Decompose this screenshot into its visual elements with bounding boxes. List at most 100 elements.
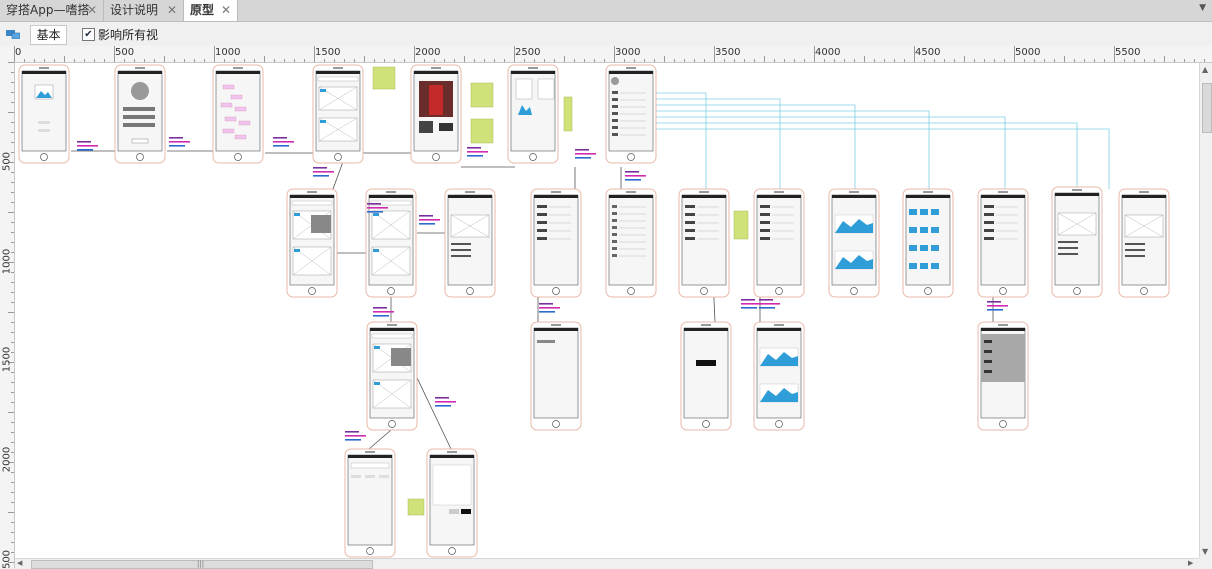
form-label xyxy=(537,213,547,216)
tag-chip xyxy=(234,106,247,112)
affect-all-views-label: 影响所有视 xyxy=(98,28,159,42)
status-bar xyxy=(511,71,555,74)
vertical-scrollbar[interactable]: ▲ ▼ xyxy=(1199,63,1212,558)
ruler-label: 1500 xyxy=(315,47,341,58)
input-field xyxy=(123,115,155,119)
horizontal-scrollbar[interactable]: ◀ ||| ▶ xyxy=(15,558,1199,569)
tab-label: 设计说明 xyxy=(110,3,159,17)
annotation-text xyxy=(741,303,762,305)
screen-area xyxy=(1054,192,1100,286)
tab-label: 穿搭App—嗜搭 xyxy=(6,3,90,17)
close-icon[interactable]: ✕ xyxy=(221,0,231,21)
phone-screen xyxy=(114,64,166,164)
view-select-button[interactable]: 基本 xyxy=(30,25,67,45)
status-bar xyxy=(906,195,950,198)
annotation-text xyxy=(539,307,560,309)
annotation-text xyxy=(273,141,294,143)
annotation-text xyxy=(625,171,639,173)
close-icon[interactable]: ✕ xyxy=(87,0,97,21)
status-bar xyxy=(316,71,360,74)
arrow-right-icon[interactable]: ▶ xyxy=(1188,559,1193,567)
tab-prototype[interactable]: 原型 ✕ xyxy=(184,0,238,21)
tag-chip xyxy=(222,128,235,134)
form-label xyxy=(984,221,994,224)
ruler-label: 4000 xyxy=(815,47,841,58)
avatar xyxy=(131,82,149,100)
status-bar xyxy=(609,195,653,198)
annotation-text xyxy=(77,141,91,143)
list-icon xyxy=(612,219,617,222)
affect-all-views-checkbox[interactable]: ✔ xyxy=(82,28,95,41)
form-label xyxy=(984,229,994,232)
phone-screen xyxy=(902,188,954,298)
folder-icon xyxy=(909,209,917,215)
flow-arrow xyxy=(645,122,1078,189)
status-bar xyxy=(1122,195,1166,198)
annotation-text xyxy=(345,431,359,433)
filter-chip xyxy=(365,475,375,478)
text-line xyxy=(1058,241,1078,243)
phone-screen xyxy=(530,321,582,431)
phone-screen xyxy=(444,188,496,298)
ruler-label: 2000 xyxy=(1,446,13,473)
annotation-text xyxy=(273,137,287,139)
annotation-text xyxy=(419,215,433,217)
red-dress xyxy=(429,85,443,115)
text-line xyxy=(537,340,555,343)
folder-icon xyxy=(931,227,939,233)
phone-screen xyxy=(426,448,478,558)
annotation-text xyxy=(539,303,553,305)
status-bar xyxy=(981,328,1025,331)
screen-area xyxy=(1121,194,1167,286)
folder-icon xyxy=(920,209,928,215)
list-icon xyxy=(612,254,617,257)
tab-outfit-app[interactable]: 穿搭App—嗜搭 ✕ xyxy=(0,0,104,21)
annotation-text xyxy=(467,147,481,149)
annotation-text xyxy=(313,171,334,173)
annotation-text xyxy=(313,167,327,169)
form-label xyxy=(984,213,994,216)
status-bar xyxy=(684,328,728,331)
button xyxy=(131,138,149,144)
vertical-scroll-thumb[interactable] xyxy=(1202,83,1212,133)
text-line xyxy=(984,350,992,353)
sticky-note xyxy=(470,82,494,108)
text-line xyxy=(1058,247,1078,249)
ruler-label: 3000 xyxy=(615,47,641,58)
folder-icon xyxy=(909,263,917,269)
menu-icon xyxy=(612,112,618,115)
annotation-text xyxy=(373,311,394,313)
view-toolbar: 基本 ✔ 影响所有视 xyxy=(0,22,1212,46)
horizontal-ruler: 0 500 1000 1500 2000 2500 3000 3500 4000… xyxy=(14,46,1212,63)
form-label xyxy=(760,205,770,208)
status-bar xyxy=(832,195,876,198)
annotation-text xyxy=(987,301,1001,303)
annotation-text xyxy=(273,145,289,147)
tab-design-notes[interactable]: 设计说明 ✕ xyxy=(104,0,184,21)
prototype-canvas[interactable] xyxy=(15,63,1199,558)
adaptive-view-icon[interactable] xyxy=(6,29,20,39)
folder-icon xyxy=(320,89,326,92)
ruler-label: 500 xyxy=(1,549,13,568)
input-field xyxy=(123,123,155,127)
phone-screen xyxy=(753,321,805,431)
text-line xyxy=(1125,255,1145,257)
annotation-text xyxy=(367,203,381,205)
chevron-down-icon[interactable]: ▼ xyxy=(1199,3,1206,13)
ruler-ticks xyxy=(8,62,14,563)
annotation-text xyxy=(741,299,755,301)
tab-label: 原型 xyxy=(190,3,215,17)
close-icon[interactable]: ✕ xyxy=(167,0,177,21)
menu-icon xyxy=(612,98,618,101)
arrow-up-icon[interactable]: ▲ xyxy=(1202,65,1208,74)
ruler-label: 1000 xyxy=(215,47,241,58)
status-bar xyxy=(757,195,801,198)
list-icon xyxy=(612,233,617,236)
arrow-down-icon[interactable]: ▼ xyxy=(1202,547,1208,556)
sticky-note xyxy=(563,96,573,132)
folder-icon xyxy=(920,245,928,251)
folder-icon xyxy=(931,209,939,215)
status-bar xyxy=(118,71,162,74)
list-icon xyxy=(612,205,617,208)
arrow-left-icon[interactable]: ◀ xyxy=(17,559,22,567)
